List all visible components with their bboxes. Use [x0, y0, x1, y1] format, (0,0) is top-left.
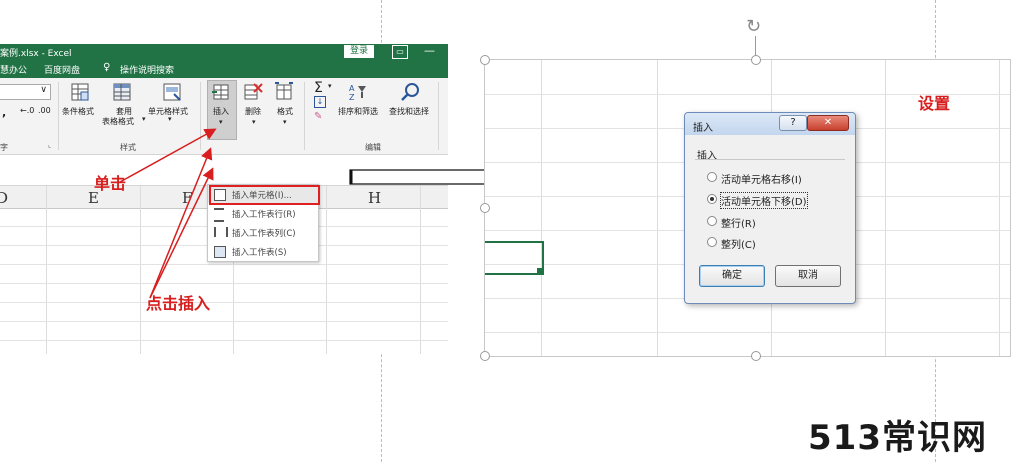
- radio-label: 整行(R): [721, 219, 756, 230]
- dialog-title: 插入: [693, 123, 713, 134]
- grid-line: [999, 60, 1000, 356]
- selected-cell[interactable]: [485, 241, 544, 275]
- radio-button-selected[interactable]: [707, 194, 717, 204]
- help-button[interactable]: ?: [779, 115, 807, 131]
- radio-shift-right[interactable]: 活动单元格右移(I): [707, 169, 847, 186]
- annotation-click-insert: 点击插入: [146, 294, 211, 313]
- resize-handle[interactable]: [751, 55, 761, 65]
- radio-entire-column[interactable]: 整列(C): [707, 234, 847, 251]
- rotate-handle-icon[interactable]: ↻: [746, 16, 761, 37]
- ok-button[interactable]: 确定: [699, 265, 765, 287]
- grid-line: [541, 60, 542, 356]
- watermark: 513常识网: [808, 418, 987, 458]
- cancel-button[interactable]: 取消: [775, 265, 841, 287]
- radio-button[interactable]: [707, 237, 717, 247]
- radio-shift-down[interactable]: 活动单元格下移(D): [707, 191, 847, 209]
- annotation-click: 单击: [94, 174, 127, 193]
- grid-line: [485, 332, 1010, 333]
- grid-line: [885, 60, 886, 356]
- arrow-to-insert-cells: [149, 147, 213, 299]
- radio-label: 整列(C): [721, 240, 756, 251]
- resize-handle[interactable]: [480, 351, 490, 361]
- radio-entire-row[interactable]: 整行(R): [707, 213, 847, 230]
- arrow-from-click-insert: [149, 167, 214, 299]
- grid-line: [657, 60, 658, 356]
- resize-handle[interactable]: [480, 203, 490, 213]
- close-button[interactable]: ✕: [807, 115, 849, 131]
- annotation-settings: 设置: [918, 94, 951, 113]
- fill-handle[interactable]: [537, 268, 542, 273]
- radio-button[interactable]: [707, 172, 717, 182]
- rotate-connector: [755, 36, 756, 56]
- resize-handle[interactable]: [480, 55, 490, 65]
- resize-handle[interactable]: [751, 351, 761, 361]
- insert-dialog: 插入 ? ✕ 插入 活动单元格右移(I) 活动单元格下移(D) 整行(R) 整列…: [684, 112, 856, 304]
- dialog-title-bar: 插入 ? ✕: [685, 113, 855, 135]
- radio-label: 活动单元格右移(I): [721, 175, 802, 186]
- radio-button[interactable]: [707, 216, 717, 226]
- radio-label: 活动单元格下移(D): [720, 192, 808, 209]
